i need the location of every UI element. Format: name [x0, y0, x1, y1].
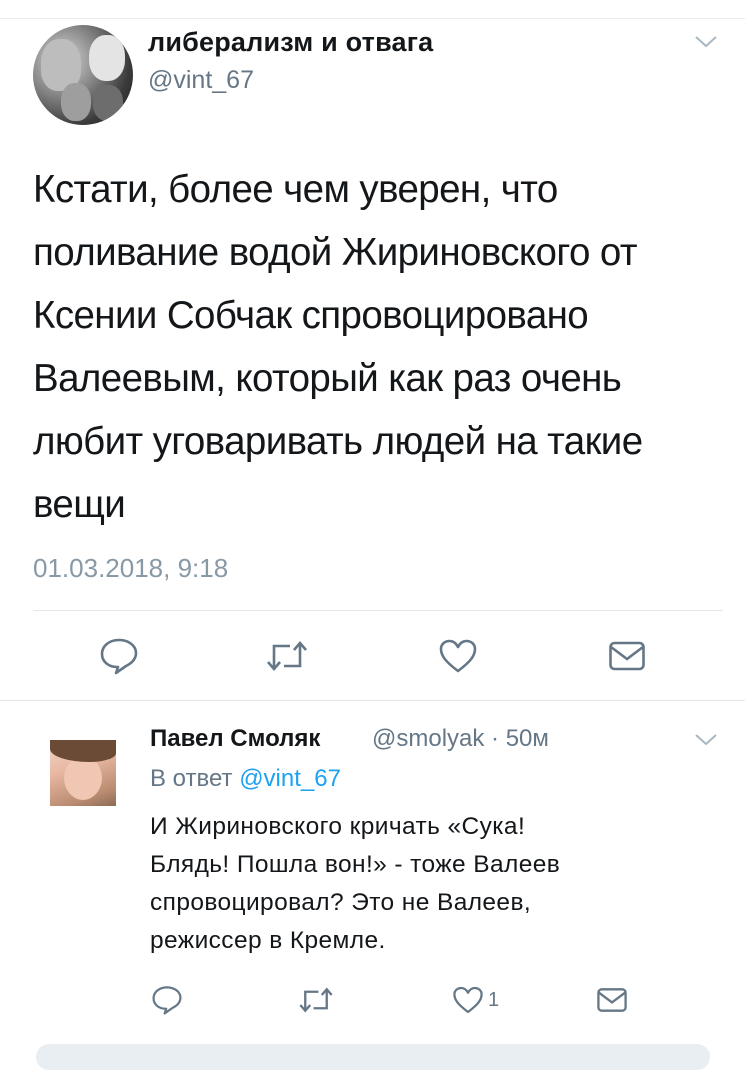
- reply-icon: [100, 638, 138, 675]
- message-icon: [597, 988, 627, 1012]
- tweet-text: Кстати, более чем уверен, что поливание …: [33, 168, 643, 526]
- chevron-down-icon[interactable]: [694, 34, 718, 50]
- retweet-button[interactable]: [297, 980, 335, 1020]
- reply-to-prefix: В ответ: [150, 765, 233, 792]
- reply-actions: 1: [0, 980, 745, 1020]
- reply-author-meta[interactable]: @smolyak · 50м: [372, 725, 549, 753]
- retweet-icon: [299, 987, 333, 1013]
- author-display-name[interactable]: либерализм и отвага: [148, 27, 433, 58]
- retweet-icon: [267, 641, 307, 671]
- tweet-timestamp[interactable]: 01.03.2018, 9:18: [33, 553, 228, 584]
- avatar[interactable]: [33, 25, 133, 125]
- main-tweet: либерализм и отвага @vint_67 Кстати, бол…: [0, 0, 745, 700]
- retweet-button[interactable]: [264, 636, 310, 676]
- divider: [33, 610, 723, 611]
- reply-text: И Жириновского кричать «Сука! Блядь! Пош…: [150, 813, 561, 954]
- like-button[interactable]: 1: [452, 980, 499, 1020]
- message-icon: [609, 641, 645, 671]
- like-icon: [439, 639, 477, 673]
- reply-to-link[interactable]: @vint_67: [239, 765, 341, 792]
- like-icon: [453, 986, 483, 1014]
- reply-icon: [152, 986, 182, 1015]
- reply-compose-bar[interactable]: [36, 1044, 710, 1070]
- chevron-down-icon[interactable]: [694, 732, 718, 748]
- author-handle[interactable]: @vint_67: [148, 66, 254, 95]
- tweet-separator: [0, 700, 745, 701]
- tweet-actions: [0, 636, 745, 680]
- message-button[interactable]: [596, 980, 628, 1020]
- like-count: 1: [488, 988, 500, 1011]
- message-button[interactable]: [608, 636, 646, 676]
- reply-button[interactable]: [99, 636, 139, 676]
- like-button[interactable]: [438, 636, 478, 676]
- reply-to-line: В ответ @vint_67: [150, 765, 341, 793]
- avatar[interactable]: [50, 740, 116, 806]
- reply-author-name[interactable]: Павел Смоляк: [150, 725, 320, 753]
- reply-button[interactable]: [151, 980, 183, 1020]
